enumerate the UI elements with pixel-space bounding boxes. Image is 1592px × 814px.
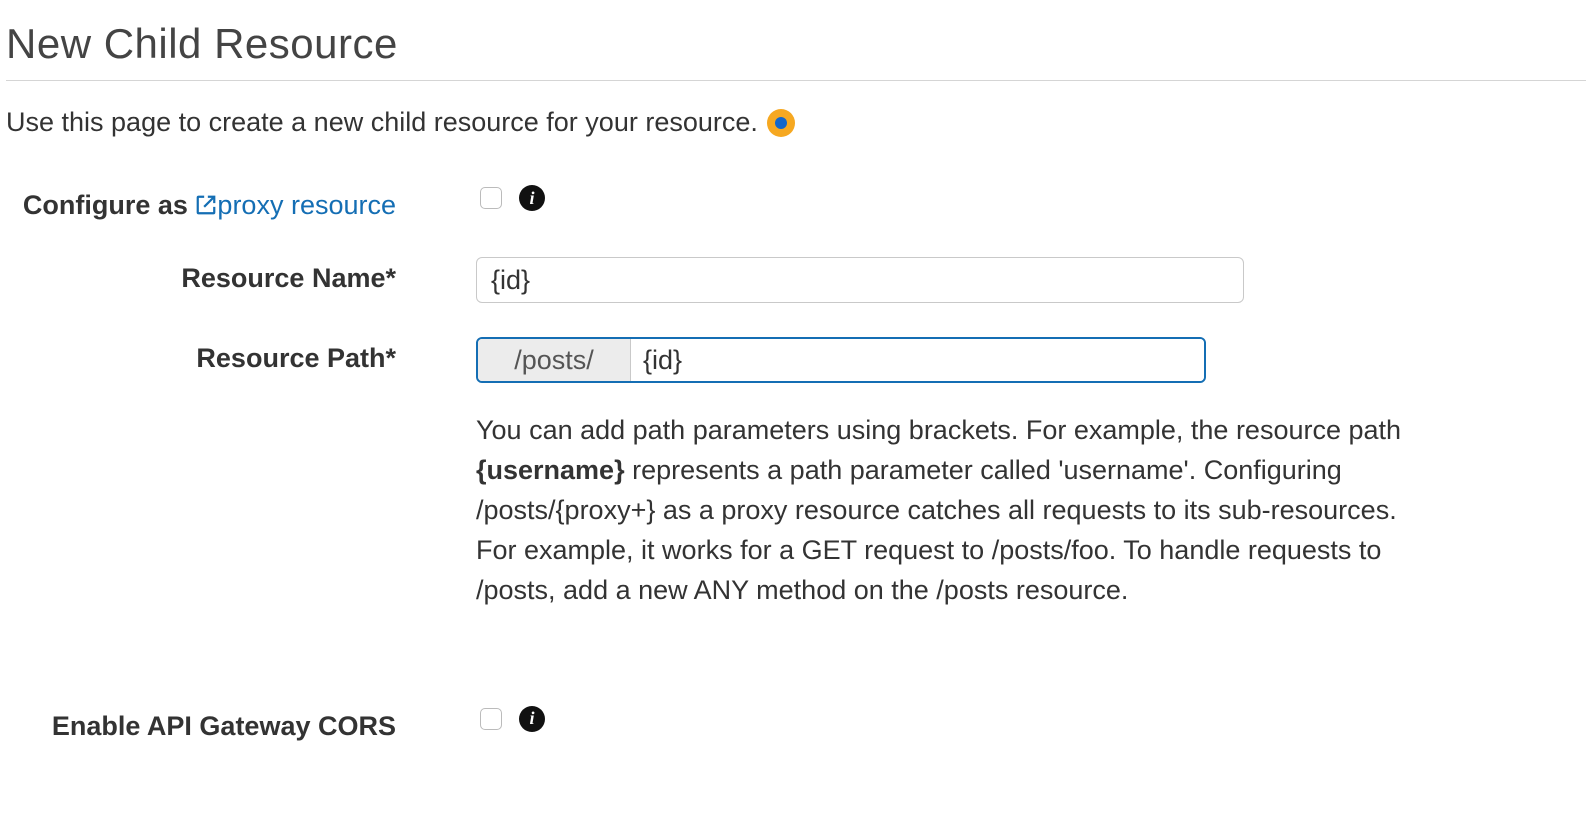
proxy-resource-link-text: proxy resource xyxy=(217,190,396,220)
intro-text: Use this page to create a new child reso… xyxy=(6,107,758,138)
resource-name-input[interactable] xyxy=(476,257,1244,303)
enable-cors-checkbox[interactable] xyxy=(480,708,502,730)
page-title: New Child Resource xyxy=(6,20,1586,68)
configure-as-label-text: Configure as xyxy=(23,190,196,220)
resource-path-group: /posts/ xyxy=(476,337,1206,383)
help-text-pre: You can add path parameters using bracke… xyxy=(476,415,1401,445)
cors-label: Enable API Gateway CORS xyxy=(6,705,476,742)
resource-name-label: Resource Name* xyxy=(6,257,476,294)
loading-indicator-icon xyxy=(766,108,796,138)
info-icon[interactable]: i xyxy=(519,706,545,732)
external-link-icon xyxy=(195,192,217,223)
configure-as-proxy-checkbox[interactable] xyxy=(480,187,502,209)
divider xyxy=(6,80,1586,81)
configure-as-label: Configure as proxy resource xyxy=(6,184,476,223)
resource-path-input[interactable] xyxy=(631,339,1204,381)
resource-path-prefix: /posts/ xyxy=(478,339,631,381)
proxy-resource-link[interactable]: proxy resource xyxy=(195,190,396,220)
info-icon[interactable]: i xyxy=(519,185,545,211)
resource-path-help: You can add path parameters using bracke… xyxy=(476,411,1406,611)
resource-path-label: Resource Path* xyxy=(6,337,476,374)
help-text-bold: {username} xyxy=(476,455,625,485)
